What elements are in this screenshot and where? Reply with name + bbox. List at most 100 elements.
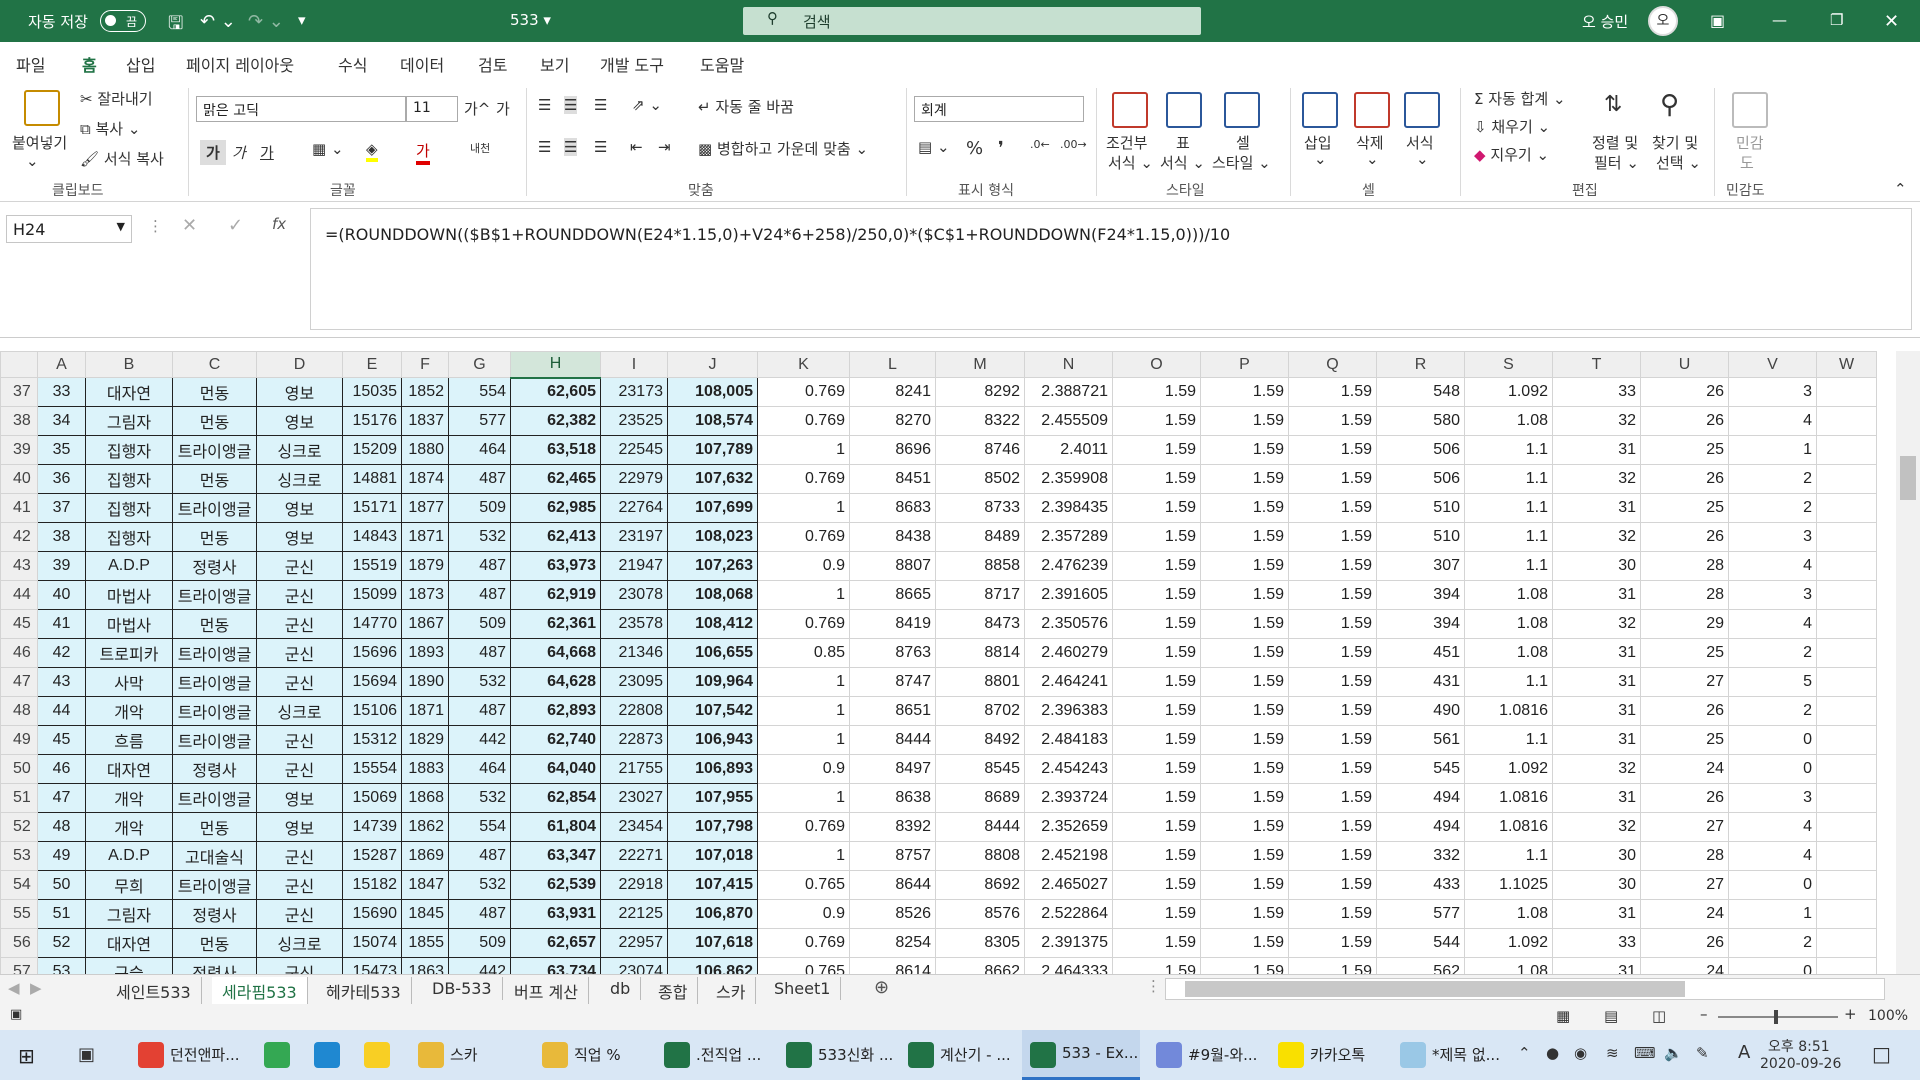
cell[interactable]: 577 xyxy=(448,406,511,436)
cell[interactable]: 1 xyxy=(757,493,850,523)
cell[interactable]: 1879 xyxy=(401,551,449,581)
cell[interactable]: 62,361 xyxy=(510,609,601,639)
cell[interactable]: 1 xyxy=(757,667,850,697)
cell[interactable]: 64,628 xyxy=(510,667,601,697)
column-header[interactable]: D xyxy=(256,351,343,378)
cell[interactable]: 8305 xyxy=(935,928,1025,958)
cell[interactable]: 106,862 xyxy=(667,957,758,974)
horizontal-scroll-thumb[interactable] xyxy=(1185,981,1685,997)
cell[interactable]: 37 xyxy=(37,493,86,523)
cell[interactable]: 0.769 xyxy=(757,812,850,842)
cell[interactable]: 8473 xyxy=(935,609,1025,639)
cell[interactable]: 1.08 xyxy=(1464,580,1553,610)
italic-button[interactable]: 가 xyxy=(232,142,246,163)
column-header[interactable]: F xyxy=(401,351,449,378)
cell[interactable] xyxy=(1816,812,1877,842)
cell[interactable]: 15176 xyxy=(342,406,402,436)
cell[interactable]: 27 xyxy=(1640,870,1729,900)
tab-file[interactable]: 파일 xyxy=(16,52,45,76)
cell[interactable]: 26 xyxy=(1640,783,1729,813)
cell[interactable]: 108,023 xyxy=(667,522,758,552)
enter-icon[interactable]: ✓ xyxy=(228,215,243,236)
close-icon[interactable]: ✕ xyxy=(1884,11,1899,32)
cell[interactable]: 464 xyxy=(448,754,511,784)
cell[interactable]: 집행자 xyxy=(85,493,173,523)
tab-review[interactable]: 검토 xyxy=(478,52,507,76)
column-header[interactable]: I xyxy=(600,351,668,378)
cell[interactable]: 1.59 xyxy=(1288,551,1377,581)
fill-button[interactable]: ⇩ 채우기 ⌄ xyxy=(1474,116,1550,137)
cell[interactable]: 451 xyxy=(1376,638,1465,668)
cell[interactable]: 8444 xyxy=(935,812,1025,842)
cell[interactable]: 8814 xyxy=(935,638,1025,668)
cell[interactable]: 영보 xyxy=(256,812,343,842)
cell[interactable]: 2.464241 xyxy=(1024,667,1113,697)
cell[interactable]: 8576 xyxy=(935,899,1025,929)
cell[interactable]: 1.59 xyxy=(1112,957,1201,974)
cell[interactable]: 1.08 xyxy=(1464,638,1553,668)
cell[interactable]: 1.59 xyxy=(1200,725,1289,755)
cell[interactable]: 1.59 xyxy=(1112,464,1201,494)
cell[interactable]: 8444 xyxy=(849,725,936,755)
font-grow-button[interactable]: 가^ xyxy=(464,98,490,119)
cell[interactable]: 1.59 xyxy=(1112,725,1201,755)
page-break-view-icon[interactable]: ◫ xyxy=(1652,1007,1666,1025)
cell[interactable]: 흐름 xyxy=(85,725,173,755)
cell[interactable]: 2.460279 xyxy=(1024,638,1113,668)
name-box-dropdown-icon[interactable]: ▼ xyxy=(117,220,125,233)
cell[interactable]: 561 xyxy=(1376,725,1465,755)
cell[interactable]: 107,618 xyxy=(667,928,758,958)
cell[interactable]: 대자연 xyxy=(85,754,173,784)
cell[interactable]: 25 xyxy=(1640,725,1729,755)
cell[interactable]: 1.59 xyxy=(1288,464,1377,494)
cell[interactable]: 15074 xyxy=(342,928,402,958)
cell[interactable]: 107,415 xyxy=(667,870,758,900)
cell[interactable]: 31 xyxy=(1552,638,1641,668)
cell[interactable]: 8665 xyxy=(849,580,936,610)
cell[interactable]: 1852 xyxy=(401,377,449,407)
cell[interactable]: 21755 xyxy=(600,754,668,784)
cell[interactable]: 1.59 xyxy=(1112,580,1201,610)
cell[interactable]: 1873 xyxy=(401,580,449,610)
cell[interactable]: 31 xyxy=(1552,725,1641,755)
cell[interactable]: 1837 xyxy=(401,406,449,436)
cell[interactable]: 8662 xyxy=(935,957,1025,974)
avatar[interactable]: 오 xyxy=(1648,6,1678,36)
cell[interactable]: 1.59 xyxy=(1288,377,1377,407)
cell[interactable] xyxy=(1816,435,1877,465)
cell[interactable]: 1.59 xyxy=(1200,812,1289,842)
cell[interactable]: 506 xyxy=(1376,464,1465,494)
cell[interactable]: 1.59 xyxy=(1112,638,1201,668)
insert-dropdown-icon[interactable]: ⌄ xyxy=(1314,150,1327,168)
cell[interactable]: 2 xyxy=(1728,696,1817,726)
cell[interactable]: 1 xyxy=(757,435,850,465)
zoom-out-icon[interactable]: – xyxy=(1700,1005,1708,1023)
cell[interactable]: 40 xyxy=(37,580,86,610)
cell[interactable]: 108,068 xyxy=(667,580,758,610)
clear-button[interactable]: ◆ 지우기 ⌄ xyxy=(1474,144,1549,165)
sheet-tab[interactable]: 종합 xyxy=(648,977,699,1005)
paste-dropdown-icon[interactable]: ⌄ xyxy=(26,152,39,170)
cell[interactable]: 1.59 xyxy=(1112,406,1201,436)
cell[interactable]: 1.59 xyxy=(1288,870,1377,900)
cell[interactable]: 구슬 xyxy=(85,957,173,974)
cell[interactable]: 1.59 xyxy=(1200,754,1289,784)
cell[interactable]: 1.59 xyxy=(1200,551,1289,581)
cell[interactable]: 509 xyxy=(448,493,511,523)
cell[interactable]: 1.1 xyxy=(1464,725,1553,755)
cell[interactable]: 107,018 xyxy=(667,841,758,871)
cell[interactable]: 군신 xyxy=(256,841,343,871)
cell[interactable]: 25 xyxy=(1640,493,1729,523)
cell[interactable]: 580 xyxy=(1376,406,1465,436)
cell[interactable]: 1 xyxy=(1728,435,1817,465)
cell[interactable]: 트라이앵글 xyxy=(172,696,257,726)
tab-help[interactable]: 도움말 xyxy=(700,52,744,76)
column-header[interactable]: G xyxy=(448,351,511,378)
cell[interactable]: 2.393724 xyxy=(1024,783,1113,813)
cell[interactable]: 532 xyxy=(448,783,511,813)
cell[interactable]: 32 xyxy=(1552,522,1641,552)
cell[interactable]: 307 xyxy=(1376,551,1465,581)
cell[interactable]: 8451 xyxy=(849,464,936,494)
format-as-table-button[interactable]: 표 xyxy=(1176,132,1190,153)
worksheet-grid[interactable]: ABCDEFGHIJKLMNOPQRSTUVW 37 33 대자연 먼동 영보 15035… xyxy=(0,351,1877,974)
